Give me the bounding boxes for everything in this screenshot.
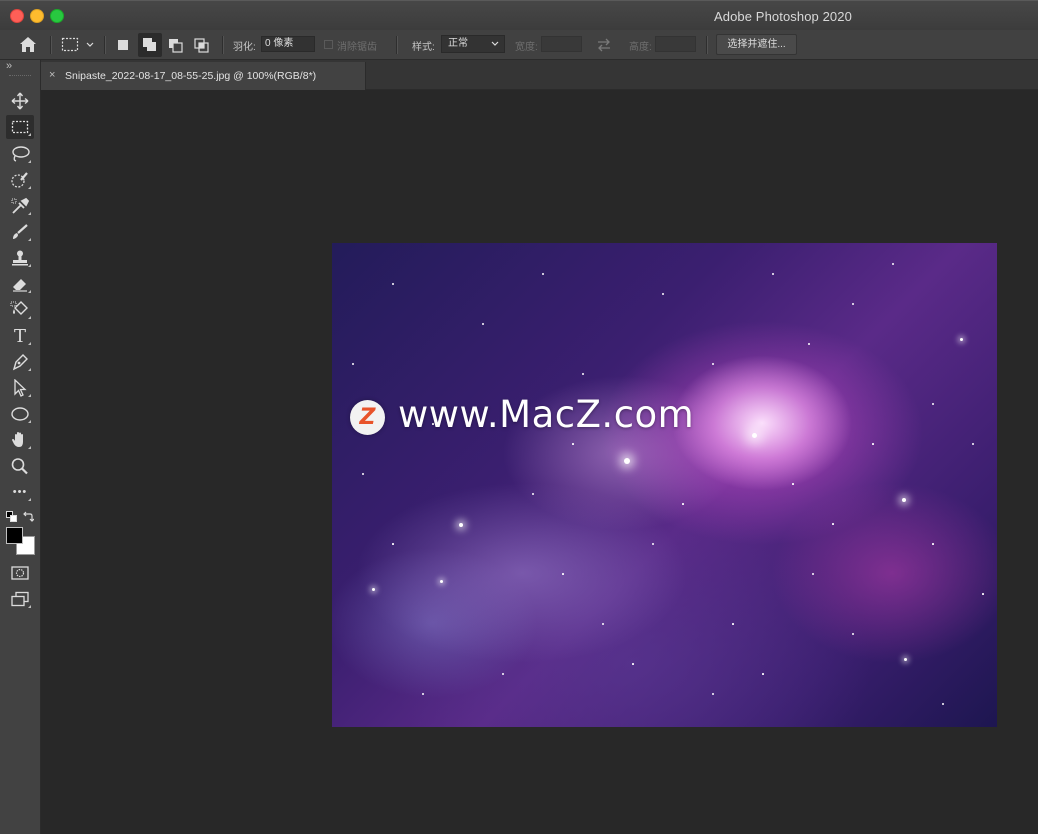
quick-selection-icon <box>11 172 28 188</box>
select-and-mask-button[interactable]: 选择并遮住... <box>716 34 797 55</box>
swap-colors-icon[interactable] <box>22 510 35 528</box>
more-tools[interactable]: ••• <box>6 480 34 504</box>
eyedropper-tool[interactable] <box>6 194 34 218</box>
collapse-panel-button[interactable]: » <box>6 60 12 72</box>
quick-mask-button[interactable] <box>6 561 34 585</box>
style-select-value: 正常 <box>448 38 468 49</box>
ellipse-icon <box>11 407 29 421</box>
close-window-button[interactable] <box>10 9 24 23</box>
move-tool[interactable] <box>6 89 34 113</box>
quick-mask-icon <box>11 566 29 580</box>
eraser-tool[interactable] <box>6 272 34 296</box>
intersect-selection-icon[interactable] <box>193 37 209 58</box>
close-tab-icon[interactable]: × <box>49 69 55 81</box>
options-bar: 羽化: 0 像素 消除锯齿 样式: 正常 宽度: 高度: 选择并遮住... <box>0 30 1038 60</box>
swap-width-height-icon[interactable] <box>596 38 612 57</box>
window-title: Adobe Photoshop 2020 <box>714 9 852 24</box>
zoom-tool[interactable] <box>6 454 34 478</box>
clone-stamp-tool[interactable] <box>6 246 34 270</box>
screen-mode-button[interactable] <box>6 587 34 611</box>
watermark-logo-icon: Z <box>350 400 385 435</box>
marquee-icon <box>11 120 29 134</box>
subtract-from-selection-icon[interactable] <box>167 37 183 58</box>
width-input[interactable] <box>541 36 582 52</box>
new-selection-icon[interactable] <box>116 38 130 57</box>
eyedropper-icon <box>11 197 30 214</box>
hand-tool[interactable] <box>6 428 34 452</box>
type-icon: T <box>13 325 26 347</box>
maximize-window-button[interactable] <box>50 9 64 23</box>
type-tool[interactable]: T <box>6 324 34 348</box>
screen-mode-icon <box>11 591 29 607</box>
hand-icon <box>12 432 23 447</box>
stamp-icon <box>12 250 28 266</box>
zoom-icon <box>11 458 28 475</box>
marquee-preset-icon[interactable] <box>61 37 97 58</box>
document-image[interactable]: Z www.MacZ.com <box>332 243 997 727</box>
minimize-window-button[interactable] <box>30 9 44 23</box>
width-label: 宽度: <box>515 42 538 53</box>
add-to-selection-icon[interactable] <box>138 33 162 57</box>
default-colors-icon[interactable] <box>6 510 18 528</box>
height-input[interactable] <box>655 36 696 52</box>
document-tab-bar: × Snipaste_2022-08-17_08-55-25.jpg @ 100… <box>41 60 1038 90</box>
feather-input[interactable]: 0 像素 <box>261 36 315 52</box>
brush-icon <box>13 224 28 239</box>
move-icon <box>11 92 29 110</box>
watermark-logo-letter: Z <box>359 405 376 430</box>
arrow-cursor-icon <box>14 379 27 397</box>
panel-grip[interactable] <box>9 75 31 78</box>
home-icon[interactable] <box>19 36 37 58</box>
tools-panel: » T ••• <box>0 60 41 834</box>
ellipse-tool[interactable] <box>6 402 34 426</box>
chevron-down-icon <box>491 41 499 46</box>
watermark-text: www.MacZ.com <box>398 393 695 436</box>
pen-icon <box>12 354 28 371</box>
paint-bucket-icon <box>10 301 28 315</box>
antialias-label: 消除锯齿 <box>337 42 377 53</box>
style-label: 样式: <box>412 42 435 53</box>
path-selection-tool[interactable] <box>6 376 34 400</box>
feather-label: 羽化: <box>233 42 256 53</box>
document-tab-title: Snipaste_2022-08-17_08-55-25.jpg @ 100%(… <box>65 70 317 82</box>
foreground-color-swatch[interactable] <box>6 527 23 544</box>
lasso-tool[interactable] <box>6 142 34 166</box>
paint-bucket-tool[interactable] <box>6 298 34 322</box>
eraser-icon <box>13 279 27 292</box>
pen-tool[interactable] <box>6 350 34 374</box>
title-bar: Adobe Photoshop 2020 <box>0 0 1038 30</box>
brush-tool[interactable] <box>6 220 34 244</box>
more-icon: ••• <box>12 486 28 498</box>
quick-selection-tool[interactable] <box>6 168 34 192</box>
rectangular-marquee-tool[interactable] <box>6 115 34 139</box>
style-select[interactable]: 正常 <box>441 35 505 53</box>
height-label: 高度: <box>629 42 652 53</box>
antialias-checkbox[interactable] <box>324 40 333 49</box>
document-tab[interactable]: × Snipaste_2022-08-17_08-55-25.jpg @ 100… <box>41 62 366 90</box>
lasso-icon <box>12 146 30 162</box>
